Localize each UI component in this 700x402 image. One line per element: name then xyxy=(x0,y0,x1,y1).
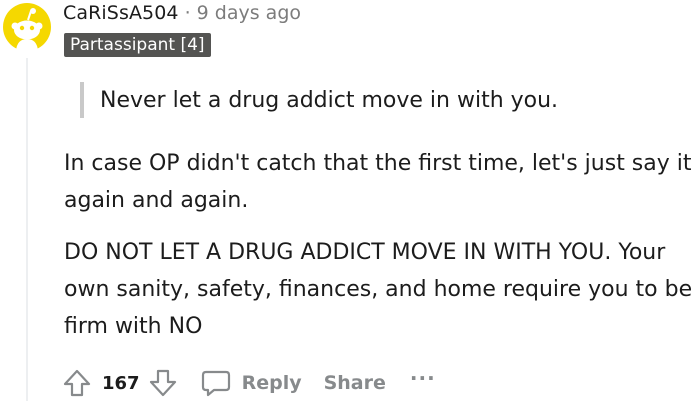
vote-count: 167 xyxy=(102,372,140,394)
share-button[interactable]: Share xyxy=(324,372,386,394)
comment-paragraph-1: In case OP didn't catch that the first t… xyxy=(64,151,692,213)
username-link[interactable]: CaRiSsA504 xyxy=(63,2,179,24)
meta-separator: · xyxy=(184,2,191,24)
upvote-arrow-icon xyxy=(63,369,91,397)
speech-bubble-icon xyxy=(201,370,230,397)
comment-meta: CaRiSsA504 · 9 days ago xyxy=(63,0,301,26)
downvote-arrow-icon xyxy=(149,369,176,397)
quoted-text: Never let a drug addict move in with you… xyxy=(80,82,558,118)
upvote-button[interactable] xyxy=(62,368,92,398)
comment-paragraph-2: DO NOT LET A DRUG ADDICT MOVE IN WITH YO… xyxy=(64,240,693,339)
downvote-button[interactable] xyxy=(148,368,178,398)
more-options-button[interactable]: ··· xyxy=(410,368,436,388)
reply-label[interactable]: Reply xyxy=(242,372,302,394)
snoo-avatar-icon[interactable] xyxy=(3,3,51,51)
thread-line[interactable] xyxy=(26,58,28,401)
comment-timestamp[interactable]: 9 days ago xyxy=(197,2,301,24)
user-flair-badge: Partassipant [4] xyxy=(64,33,211,57)
comment-actions: 167 Reply Share ··· xyxy=(62,364,436,402)
reply-button[interactable]: Reply xyxy=(200,368,302,398)
